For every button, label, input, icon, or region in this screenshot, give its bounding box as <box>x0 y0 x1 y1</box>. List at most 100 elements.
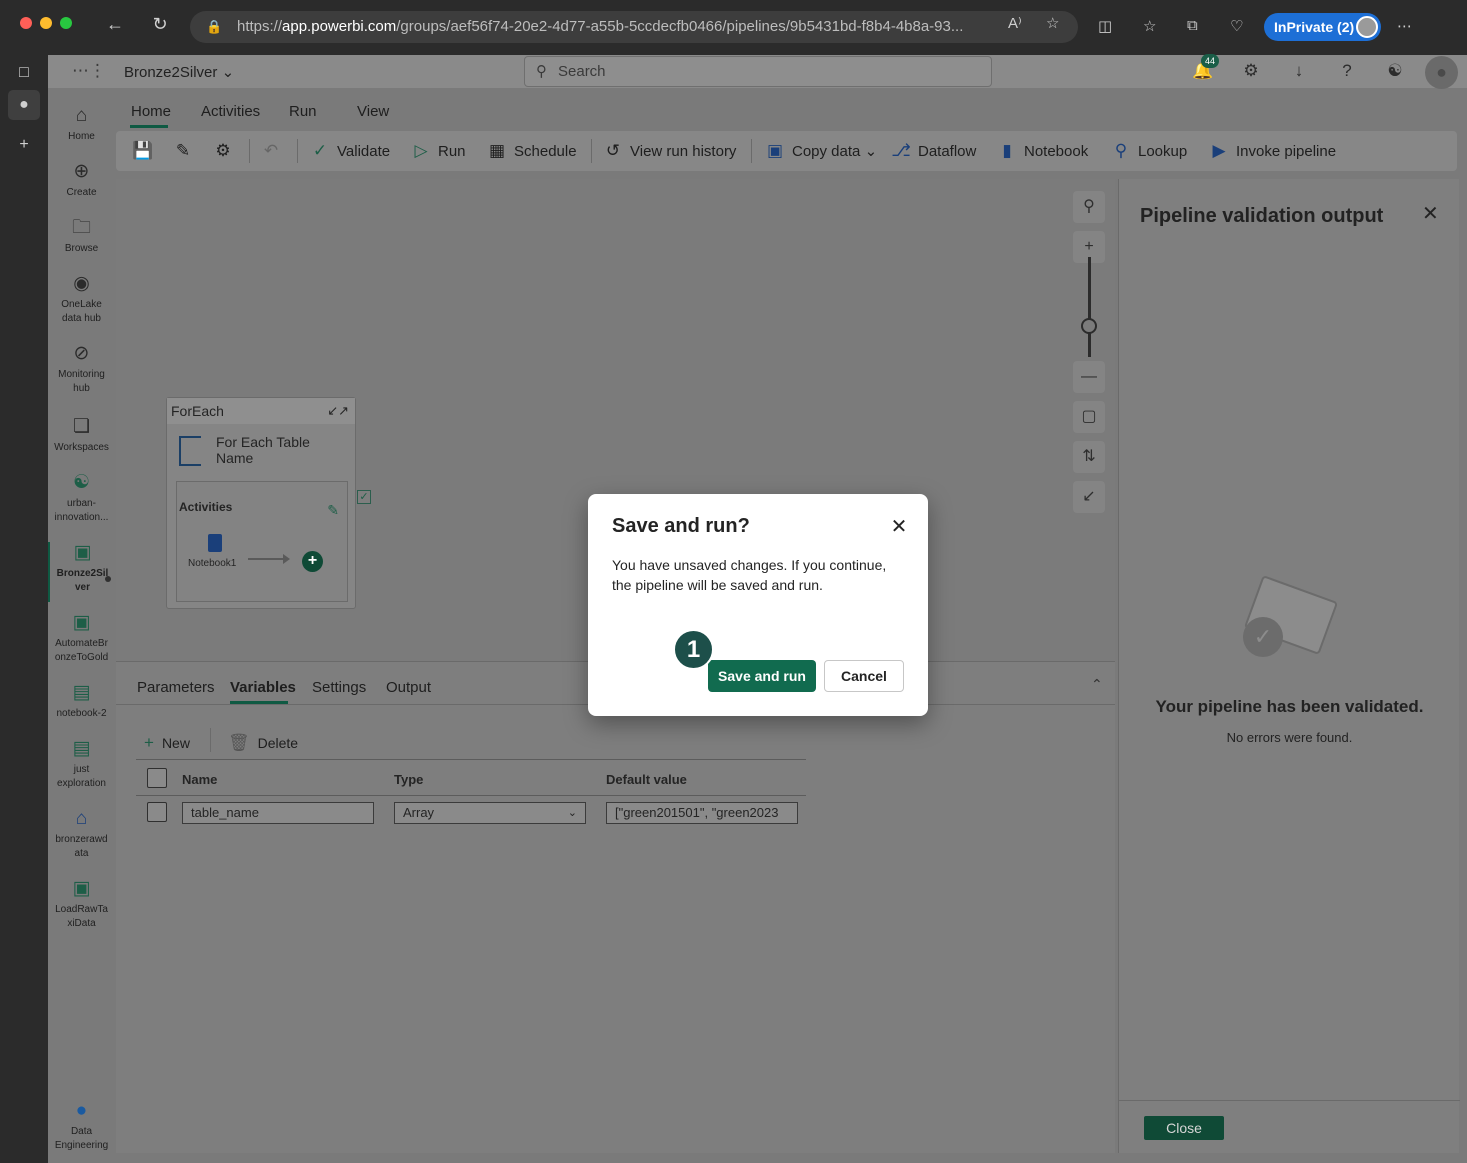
search-canvas-icon[interactable]: ⚲ <box>1073 191 1105 223</box>
favorites-icon[interactable]: ☆ <box>1143 17 1156 35</box>
collections-icon[interactable]: ⧉ <box>1187 17 1198 34</box>
validation-panel-title: Pipeline validation output <box>1140 205 1384 227</box>
variable-type-select[interactable]: Array ⌄ <box>394 802 586 824</box>
workspace-switcher[interactable]: Bronze2Silver ⌄ <box>124 63 234 81</box>
search-input[interactable]: ⚲ Search <box>524 56 992 87</box>
select-all-checkbox[interactable] <box>147 768 167 788</box>
app-launcher-icon[interactable]: ⋯⋮ <box>72 61 106 81</box>
row-checkbox[interactable] <box>147 802 167 822</box>
close-icon[interactable]: ✕ <box>888 516 910 538</box>
column-type: Type <box>394 772 424 787</box>
lookup-icon: ⚲ <box>1114 141 1128 160</box>
back-icon[interactable]: ← <box>104 14 126 35</box>
close-panel-button[interactable]: Close <box>1144 1116 1224 1140</box>
tab-view[interactable]: View <box>357 103 389 120</box>
copy-data-button[interactable]: ▣ Copy data ⌄ <box>764 131 877 171</box>
tab-parameters[interactable]: Parameters <box>137 679 215 696</box>
foreach-activity[interactable]: ForEach ↙↗ For Each Table Name Activitie… <box>166 397 356 609</box>
tab-run[interactable]: Run <box>289 103 317 120</box>
minimize-window-button[interactable] <box>40 17 52 29</box>
data-engineering-icon: ● <box>75 1100 88 1121</box>
zoom-out-icon[interactable]: — <box>1073 361 1105 393</box>
tab-settings[interactable]: Settings <box>312 679 366 696</box>
chevron-up-icon[interactable]: ⌃ <box>1091 676 1103 693</box>
dataflow-button[interactable]: ⎇ Dataflow <box>890 131 976 171</box>
nav-browse[interactable]: 🗀 Browse <box>48 217 115 256</box>
nav-workspaces[interactable]: ❏ Workspaces <box>48 416 115 455</box>
tab-activities[interactable]: Activities <box>201 103 260 120</box>
create-icon: ⊕ <box>73 161 90 182</box>
nav-bronze2silver[interactable]: ▣ Bronze2Silver <box>48 542 115 602</box>
edit-pencil-icon[interactable]: ✎ <box>327 502 339 519</box>
nav-monitoring-hub[interactable]: ⊘ Monitoring hub <box>48 343 115 396</box>
undo-button[interactable]: ↶ <box>260 131 288 171</box>
health-icon[interactable]: ♡ <box>1230 17 1243 35</box>
more-options-icon[interactable]: ⋯ <box>1397 17 1412 35</box>
address-bar[interactable]: 🔒 https://app.powerbi.com/groups/aef56f7… <box>190 11 1078 43</box>
favorite-star-icon[interactable]: ☆ <box>1046 14 1059 32</box>
tab-actions-icon[interactable]: □ <box>12 61 36 85</box>
zoom-slider-handle[interactable] <box>1081 318 1097 334</box>
nav-just-exploration[interactable]: ▤ just exploration <box>48 738 115 791</box>
settings-button[interactable]: ⚙ <box>212 131 240 171</box>
cancel-button[interactable]: Cancel <box>824 660 904 692</box>
auto-align-icon[interactable]: ⇅ <box>1073 441 1105 473</box>
read-aloud-icon[interactable]: A⁾ <box>1008 14 1022 32</box>
settings-gear-icon[interactable]: ⚙ <box>1239 61 1263 81</box>
checkmark-circle-icon: ✓ <box>1243 617 1283 657</box>
new-variable-button[interactable]: + New <box>144 733 190 753</box>
new-tab-icon[interactable]: + <box>12 133 36 157</box>
nav-automate-bronze-to-gold[interactable]: ▣ AutomateBronzeToGold <box>48 612 115 665</box>
nav-create[interactable]: ⊕ Create <box>48 161 115 200</box>
zoom-slider-track[interactable] <box>1088 257 1091 357</box>
run-button[interactable]: ▷ Run <box>410 131 465 171</box>
profile-avatar <box>1356 16 1378 38</box>
nav-home[interactable]: ⌂ Home <box>48 105 115 144</box>
close-window-button[interactable] <box>20 17 32 29</box>
maximize-window-button[interactable] <box>60 17 72 29</box>
success-checkbox-icon[interactable]: ✓ <box>357 490 371 504</box>
nav-workspace-urban-innovation[interactable]: ☯ urban-innovation... <box>48 472 115 525</box>
reload-icon[interactable]: ↻ <box>149 14 171 35</box>
nav-onelake-data-hub[interactable]: ◉ OneLake data hub <box>48 273 115 326</box>
notebook-button[interactable]: ▮ Notebook <box>996 131 1088 171</box>
lookup-button[interactable]: ⚲ Lookup <box>1110 131 1187 171</box>
nav-load-raw-taxi-data[interactable]: ▣ LoadRawTaxiData <box>48 878 115 931</box>
close-icon[interactable]: ✕ <box>1422 201 1439 226</box>
variable-default-input[interactable]: ["green201501", "green2023 <box>606 802 798 824</box>
fit-to-screen-icon[interactable]: ▢ <box>1073 401 1105 433</box>
save-button[interactable]: 💾 <box>132 131 160 171</box>
invoke-pipeline-button[interactable]: ▶ Invoke pipeline <box>1208 131 1336 171</box>
split-screen-icon[interactable]: ◫ <box>1098 17 1112 35</box>
variable-name-input[interactable]: table_name <box>182 802 374 824</box>
download-icon[interactable]: ↓ <box>1287 61 1311 81</box>
delete-variable-button[interactable]: 🗑 Delete <box>228 733 298 753</box>
active-tab-icon[interactable]: ● <box>8 90 40 120</box>
nav-data-engineering[interactable]: ● Data Engineering <box>48 1100 115 1153</box>
save-icon: 💾 <box>132 141 154 160</box>
tab-output[interactable]: Output <box>386 679 431 696</box>
save-as-button[interactable]: ✎ <box>172 131 200 171</box>
tab-home[interactable]: Home <box>131 103 171 120</box>
add-activity-icon[interactable]: + <box>302 551 323 572</box>
view-run-history-button[interactable]: ↺ View run history <box>602 131 737 171</box>
nav-bronzerawdata[interactable]: ⌂ bronzerawdata <box>48 808 115 861</box>
url-path: /groups/aef56f74-20e2-4d77-a55b-5ccdecfb… <box>396 18 964 35</box>
save-and-run-button[interactable]: Save and run <box>708 660 816 692</box>
validate-label: Validate <box>337 143 391 160</box>
help-icon[interactable]: ? <box>1335 61 1359 81</box>
schedule-button[interactable]: ▦ Schedule <box>486 131 577 171</box>
nav-notebook-2[interactable]: ▤ notebook-2 <box>48 682 115 721</box>
feedback-icon[interactable]: ☯ <box>1383 61 1407 81</box>
notebook-icon[interactable] <box>208 534 222 552</box>
notebook-icon: ▮ <box>1002 141 1012 160</box>
collapse-icon[interactable]: ↙↗ <box>327 398 349 424</box>
tab-variables[interactable]: Variables <box>230 679 296 696</box>
validate-button[interactable]: ✓ Validate <box>309 131 390 171</box>
inprivate-badge[interactable]: InPrivate (2) <box>1264 13 1381 41</box>
collapse-all-icon[interactable]: ↙ <box>1073 481 1105 513</box>
schedule-label: Schedule <box>514 143 577 160</box>
user-avatar[interactable]: ● <box>1425 56 1458 89</box>
lakehouse-icon: ⌂ <box>75 808 88 829</box>
copy-data-icon: ▣ <box>766 141 784 160</box>
